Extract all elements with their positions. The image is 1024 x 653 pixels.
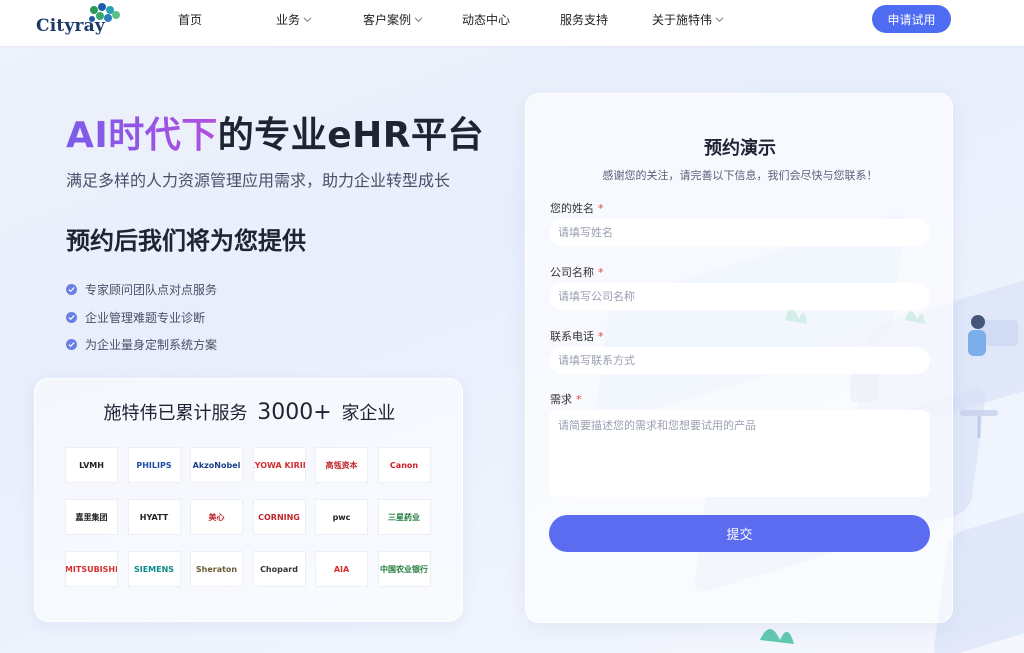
form-description: 感谢您的关注，请完善以下信息，我们会尽快与您联系！ (602, 169, 878, 182)
chevron-down-icon (715, 17, 724, 23)
nav-item-news[interactable]: 动态中心 (462, 11, 510, 28)
main-nav: 首页 业务 客户案例 动态中心 服务支持 关于施特伟 (0, 0, 1024, 46)
client-logo: SIEMENS (127, 551, 181, 587)
check-circle-icon (66, 339, 77, 351)
nav-item-cases[interactable]: 客户案例 (363, 11, 423, 28)
client-logo: 嘉里集团 (65, 499, 118, 535)
client-logo: 美心 (190, 499, 243, 535)
nav-label: 动态中心 (462, 13, 511, 27)
check-circle-icon (66, 284, 77, 296)
client-logo: 三星药业 (377, 499, 431, 535)
client-logo: AIA (315, 551, 368, 587)
client-logo: 中国农业银行 (377, 551, 431, 587)
client-logo: AkzoNobel (190, 447, 243, 483)
client-logo-text: 三星药业 (388, 512, 420, 522)
offer-heading: 预约后我们将为您提供 (66, 227, 306, 255)
apply-trial-button[interactable]: 申请试用 (872, 5, 951, 33)
phone-label: 联系电话 * (550, 328, 604, 344)
nav-item-home[interactable]: 首页 (178, 11, 202, 28)
required-mark: * (598, 266, 604, 279)
client-logo-text: KYOWA KIRIN (254, 460, 305, 470)
clients-count: 3000+ (257, 400, 332, 425)
client-logo: CORNING (252, 499, 306, 535)
form-title: 预约演示 (704, 138, 776, 159)
client-logo-text: Chopard (260, 564, 298, 574)
company-label: 公司名称 * (550, 264, 604, 280)
need-label: 需求 * (550, 391, 582, 407)
required-mark: * (598, 202, 604, 215)
submit-button[interactable]: 提交 (549, 515, 930, 552)
check-circle-icon (66, 311, 77, 323)
hero-title-rest: 的专业eHR平台 (217, 115, 485, 156)
clients-card: 施特伟已累计服务 3000+ 家企业 LVMH PHILIPS AkzoNobel K… (34, 378, 463, 622)
client-logo-text: Canon (389, 460, 419, 470)
benefit-item: 为企业量身定制系统方案 (66, 331, 217, 359)
client-logo-text: HYATT (139, 512, 169, 522)
hero-title: AI时代下的专业eHR平台 (66, 106, 484, 158)
client-logo-text: pwc (332, 512, 351, 522)
phone-label-text: 联系电话 (550, 330, 594, 343)
client-logo: Chopard (252, 551, 306, 587)
chevron-down-icon (414, 17, 423, 23)
client-logo: MITSUBISHI (65, 551, 118, 587)
need-label-text: 需求 (550, 393, 572, 406)
nav-label: 关于施特伟 (652, 13, 713, 27)
client-logo-text: 嘉里集团 (75, 512, 108, 522)
top-navbar: Cityray 首页 业务 客户案例 动态中心 服务支持 关于施特伟 申请试用 (0, 0, 1024, 46)
name-input[interactable] (549, 219, 930, 246)
client-logo: pwc (315, 499, 368, 535)
client-logo-text: CORNING (258, 512, 300, 522)
benefit-list: 专家顾问团队点对点服务 企业管理难题专业诊断 为企业量身定制系统方案 (66, 276, 217, 359)
hero-title-highlight: AI时代下 (66, 115, 218, 156)
client-logo-text: SIEMENS (133, 564, 175, 574)
company-input[interactable] (549, 283, 930, 310)
clients-suffix: 家企业 (341, 403, 396, 424)
benefit-text: 专家顾问团队点对点服务 (85, 283, 218, 298)
nav-label: 首页 (178, 13, 203, 27)
client-logo: 高瓴资本 (315, 447, 368, 483)
clients-prefix: 施特伟已累计服务 (103, 403, 248, 424)
company-label-text: 公司名称 (550, 266, 594, 279)
client-logo: Canon (377, 447, 431, 483)
nav-item-business[interactable]: 业务 (276, 11, 312, 28)
nav-item-support[interactable]: 服务支持 (560, 11, 608, 28)
client-logo: HYATT (127, 499, 181, 535)
demo-form-card: 预约演示 感谢您的关注，请完善以下信息，我们会尽快与您联系！ 您的姓名 * 公司名… (525, 93, 953, 623)
phone-input[interactable] (549, 347, 930, 374)
client-logo: KYOWA KIRIN (252, 447, 306, 483)
benefit-text: 为企业量身定制系统方案 (85, 338, 218, 353)
name-label: 您的姓名 * (550, 200, 604, 216)
required-mark: * (598, 330, 604, 343)
chevron-down-icon (303, 17, 312, 23)
benefit-text: 企业管理难题专业诊断 (85, 310, 206, 325)
client-logo-text: Sheraton (195, 564, 238, 574)
client-logo-text: 高瓴资本 (325, 460, 358, 470)
need-textarea[interactable] (549, 410, 930, 497)
name-label-text: 您的姓名 (550, 202, 594, 215)
client-logo-text: AkzoNobel (192, 460, 241, 470)
client-logo-text: 美心 (208, 512, 225, 522)
required-mark: * (576, 393, 582, 406)
nav-label: 业务 (276, 13, 301, 27)
benefit-item: 企业管理难题专业诊断 (66, 304, 217, 332)
client-logo-text: 中国农业银行 (380, 564, 428, 574)
client-logo-text: PHILIPS (136, 460, 172, 470)
client-logo-text: LVMH (79, 460, 104, 470)
clients-title: 施特伟已累计服务 3000+ 家企业 (35, 399, 464, 425)
client-logo: Sheraton (190, 551, 243, 587)
client-logo-text: MITSUBISHI (65, 564, 118, 574)
nav-label: 客户案例 (363, 13, 412, 27)
client-logo: PHILIPS (127, 447, 181, 483)
client-logo: LVMH (65, 447, 118, 483)
benefit-item: 专家顾问团队点对点服务 (66, 276, 217, 304)
nav-label: 服务支持 (560, 13, 609, 27)
nav-item-about[interactable]: 关于施特伟 (652, 11, 724, 28)
client-logo-text: AIA (333, 564, 350, 574)
hero-subtitle: 满足多样的人力资源管理应用需求，助力企业转型成长 (66, 171, 451, 190)
